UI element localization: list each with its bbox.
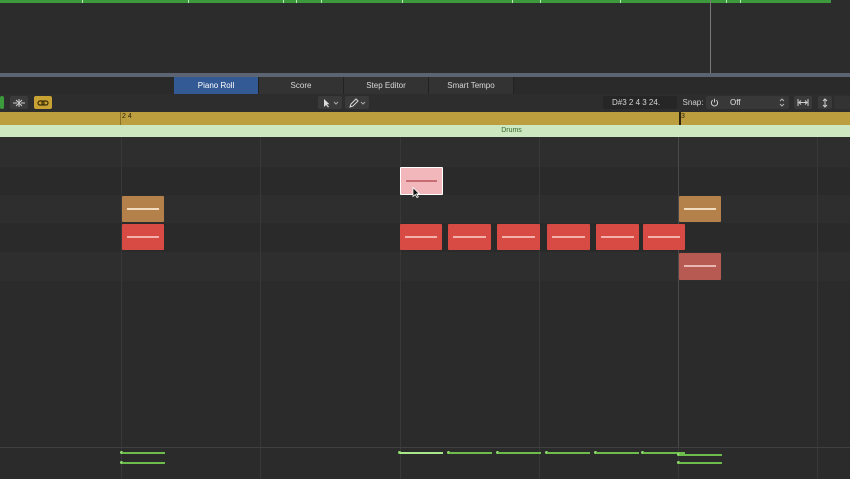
midi-note[interactable]	[122, 224, 164, 250]
velocity-bar	[498, 452, 541, 454]
midi-note[interactable]	[679, 196, 721, 222]
midi-note[interactable]	[497, 224, 540, 250]
note-velocity-bar	[502, 236, 535, 238]
grid-line	[260, 137, 261, 447]
midi-note[interactable]	[448, 224, 491, 250]
tab-piano-roll[interactable]: Piano Roll	[174, 77, 259, 94]
grid-line	[260, 448, 261, 479]
tracks-area	[0, 0, 850, 73]
snap-select[interactable]: Off	[706, 96, 789, 109]
note-velocity-bar	[127, 208, 159, 210]
note-velocity-bar	[406, 180, 437, 182]
grid-line	[121, 137, 122, 447]
pitch-lane	[0, 252, 850, 281]
chevron-updown-icon	[779, 98, 785, 107]
midi-note[interactable]	[547, 224, 590, 250]
velocity-bar	[122, 452, 165, 454]
piano-roll-grid[interactable]	[0, 137, 850, 447]
note-velocity-bar	[453, 236, 486, 238]
grid-line	[539, 137, 540, 447]
fit-vertical-icon[interactable]	[818, 96, 832, 109]
velocity-bar	[679, 454, 722, 456]
empty-lanes	[0, 281, 850, 447]
top-tick	[283, 0, 284, 3]
midi-note[interactable]	[679, 253, 721, 280]
midi-note[interactable]	[643, 224, 685, 250]
snap-label: Snap:	[682, 98, 704, 107]
midi-note-selected[interactable]	[400, 167, 443, 195]
ruler-label-2-4: 2 4	[122, 113, 132, 120]
piano-roll-toolbar: D#3 2 4 3 24. Snap: Off	[0, 94, 850, 113]
note-velocity-bar	[405, 236, 437, 238]
pointer-tool-icon[interactable]	[318, 96, 342, 109]
velocity-bar	[596, 452, 639, 454]
bar-line	[678, 137, 679, 447]
grid-line	[817, 448, 818, 479]
top-region-bar[interactable]	[0, 0, 831, 3]
position-readout: D#3 2 4 3 24.	[603, 96, 677, 109]
link-icon[interactable]	[34, 96, 52, 109]
velocity-bar	[122, 462, 165, 464]
top-tick	[740, 0, 741, 3]
velocity-bar-selected	[400, 452, 443, 454]
snap-value: Off	[730, 98, 741, 107]
tab-score[interactable]: Score	[259, 77, 344, 94]
tab-smart-tempo[interactable]: Smart Tempo	[429, 77, 514, 94]
tab-step-editor[interactable]: Step Editor	[344, 77, 429, 94]
midi-note[interactable]	[596, 224, 639, 250]
editor-tab-bar: Piano Roll Score Step Editor Smart Tempo	[0, 77, 850, 94]
ruler-label-3: 3	[681, 113, 685, 120]
playhead-line[interactable]	[710, 0, 711, 73]
region-color-indicator	[0, 96, 4, 109]
note-velocity-bar	[552, 236, 585, 238]
midi-note[interactable]	[400, 224, 442, 250]
mouse-cursor-icon	[412, 185, 421, 203]
velocity-bar	[679, 462, 722, 464]
bar-ruler[interactable]: 2 4 3	[0, 112, 850, 125]
grid-line	[817, 137, 818, 447]
region-name: Drums	[501, 127, 522, 134]
midi-note[interactable]	[122, 196, 164, 222]
pencil-tool-icon[interactable]	[345, 96, 369, 109]
velocity-bar	[547, 452, 590, 454]
velocity-bar	[449, 452, 492, 454]
power-icon	[710, 98, 719, 107]
top-tick	[82, 0, 83, 3]
note-velocity-bar	[601, 236, 634, 238]
top-tick	[188, 0, 189, 3]
note-velocity-bar	[127, 236, 159, 238]
top-tick	[402, 0, 403, 3]
top-tick	[512, 0, 513, 3]
region-strip[interactable]: Drums	[0, 125, 850, 137]
note-velocity-bar	[684, 208, 716, 210]
top-tick	[620, 0, 621, 3]
note-velocity-bar	[648, 236, 680, 238]
top-tick	[540, 0, 541, 3]
top-tick	[296, 0, 297, 3]
filter-icon[interactable]	[10, 96, 28, 109]
pitch-lane	[0, 137, 850, 167]
ruler-mark	[120, 112, 121, 125]
fit-horizontal-icon[interactable]	[794, 96, 812, 109]
zoom-slider[interactable]	[834, 96, 850, 109]
top-tick	[321, 0, 322, 3]
note-velocity-bar	[684, 265, 716, 267]
top-tick	[726, 0, 727, 3]
velocity-lane[interactable]	[0, 447, 850, 479]
